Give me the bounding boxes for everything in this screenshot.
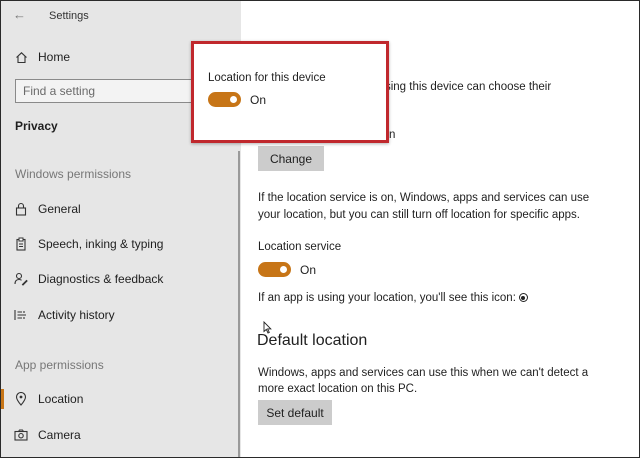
windows-permissions-heading: Windows permissions bbox=[15, 167, 132, 181]
location-device-popup: Location for this device On bbox=[191, 41, 389, 143]
title-bar: ← Settings bbox=[1, 1, 241, 31]
location-in-use-icon bbox=[518, 293, 528, 302]
window-title: Settings bbox=[49, 10, 89, 22]
home-icon bbox=[14, 50, 28, 64]
location-device-state: On bbox=[250, 93, 267, 107]
location-icon-info-text: If an app is using your location, you'll… bbox=[258, 292, 516, 304]
sidebar-item-label: General bbox=[38, 202, 81, 216]
sidebar-item-camera[interactable]: Camera bbox=[1, 421, 241, 449]
location-info-line1: If the location service is on, Windows, … bbox=[258, 192, 590, 204]
popup-title: Location for this device bbox=[208, 72, 326, 84]
sidebar-item-activity-history[interactable]: Activity history bbox=[1, 301, 241, 329]
clipboard-icon bbox=[14, 237, 28, 251]
sidebar-item-label: Camera bbox=[38, 428, 81, 442]
history-icon bbox=[14, 308, 28, 322]
toggle-knob bbox=[280, 266, 287, 273]
app-permissions-heading: App permissions bbox=[15, 358, 104, 372]
location-icon-info: If an app is using your location, you'll… bbox=[258, 290, 528, 307]
device-description-partial: n using this device can choose their bbox=[369, 81, 552, 93]
camera-icon bbox=[14, 428, 28, 442]
sidebar-item-label: Activity history bbox=[38, 308, 115, 322]
location-service-label: Location service bbox=[258, 241, 342, 253]
sidebar-item-label: Speech, inking & typing bbox=[38, 237, 164, 251]
device-status-partial: n bbox=[389, 129, 396, 141]
mouse-cursor-icon bbox=[263, 320, 272, 339]
feedback-icon bbox=[14, 272, 28, 286]
scrollbar[interactable] bbox=[238, 151, 240, 457]
change-button[interactable]: Change bbox=[258, 146, 324, 171]
default-location-heading: Default location bbox=[257, 332, 368, 349]
toggle-knob bbox=[230, 96, 237, 103]
lock-icon bbox=[14, 202, 28, 216]
page-section-title: Privacy bbox=[15, 119, 58, 133]
sidebar-item-label: Home bbox=[38, 50, 71, 64]
location-service-state: On bbox=[300, 263, 317, 277]
set-default-button[interactable]: Set default bbox=[258, 400, 332, 425]
sidebar-item-label: Location bbox=[38, 392, 84, 406]
location-service-toggle[interactable] bbox=[258, 262, 291, 277]
back-arrow-icon[interactable]: ← bbox=[13, 7, 26, 22]
location-info-line2: your location, but you can still turn of… bbox=[258, 209, 580, 221]
sidebar-item-speech[interactable]: Speech, inking & typing bbox=[1, 230, 241, 258]
location-device-toggle[interactable] bbox=[208, 92, 241, 107]
default-info-line2: more exact location on this PC. bbox=[258, 383, 418, 395]
sidebar-item-location[interactable]: Location bbox=[1, 385, 241, 413]
settings-window: ← Settings Home Privacy Windows permissi… bbox=[0, 0, 640, 458]
location-icon bbox=[14, 392, 28, 406]
sidebar-item-diagnostics[interactable]: Diagnostics & feedback bbox=[1, 265, 241, 293]
default-info-line1: Windows, apps and services can use this … bbox=[258, 367, 589, 379]
sidebar-item-label: Diagnostics & feedback bbox=[38, 272, 164, 286]
sidebar-item-general[interactable]: General bbox=[1, 195, 241, 223]
